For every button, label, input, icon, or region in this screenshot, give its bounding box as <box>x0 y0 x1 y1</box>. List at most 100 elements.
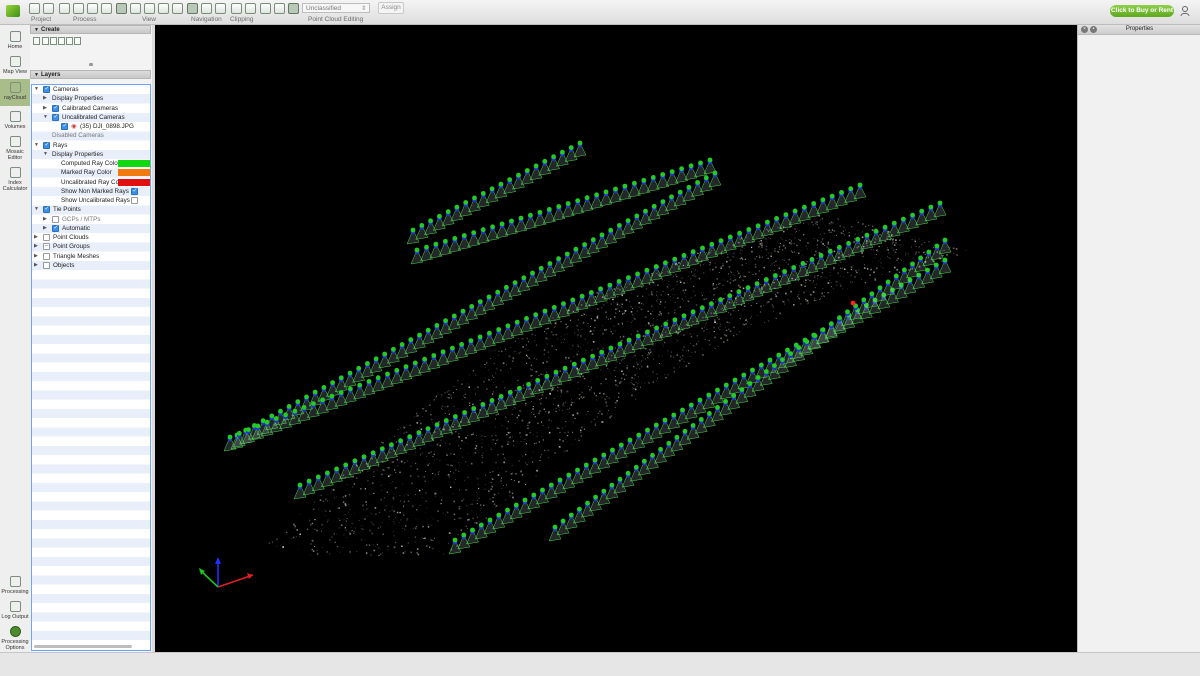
layer-checkbox[interactable] <box>43 243 50 250</box>
layer-row[interactable]: Marked Ray Color <box>32 168 150 177</box>
nav-processing-options[interactable]: Processing Options <box>0 626 30 651</box>
raycloud-3d-viewport[interactable] <box>155 25 1077 652</box>
ray-color-swatch[interactable] <box>118 160 150 167</box>
create-tool-4-icon[interactable] <box>58 37 65 45</box>
expand-closed-icon[interactable]: ▶ <box>43 104 47 113</box>
process-doc-icon[interactable] <box>59 3 70 14</box>
nav-processing[interactable]: Processing <box>0 576 30 595</box>
ray-color-swatch[interactable] <box>118 179 150 186</box>
process-output-icon[interactable] <box>101 3 112 14</box>
create-tool-6-icon[interactable] <box>74 37 81 45</box>
tree-horizontal-scrollbar[interactable] <box>34 645 132 648</box>
layer-checkbox[interactable] <box>52 105 59 112</box>
expand-open-icon[interactable]: ▼ <box>34 85 39 94</box>
process-run-icon[interactable] <box>73 3 84 14</box>
nav-volumes[interactable]: Volumes <box>0 111 30 130</box>
view-pointer-icon[interactable] <box>116 3 127 14</box>
project-open-icon[interactable] <box>29 3 40 14</box>
ray-color-swatch[interactable] <box>118 169 150 176</box>
layer-checkbox[interactable] <box>43 253 50 260</box>
point-cloud-points <box>269 215 967 556</box>
layer-row[interactable]: ▼Tie Points <box>32 205 150 214</box>
expand-closed-icon[interactable]: ▶ <box>43 224 47 233</box>
expand-open-icon[interactable]: ▼ <box>43 150 48 159</box>
layer-row[interactable]: ▶GCPs / MTPs <box>32 215 150 224</box>
project-globe-icon[interactable] <box>43 3 54 14</box>
layer-row[interactable]: Computed Ray Color <box>32 159 150 168</box>
layer-label: Uncalibrated Ray Color <box>61 178 126 187</box>
layer-checkbox[interactable] <box>61 123 68 130</box>
create-section-header[interactable]: ▼ Create <box>30 25 151 34</box>
zoom-icon[interactable] <box>130 3 141 14</box>
nav-log-output[interactable]: Log Output <box>0 601 30 620</box>
layer-checkbox[interactable] <box>52 225 59 232</box>
fit-view-icon[interactable] <box>144 3 155 14</box>
edit-pen-icon[interactable] <box>260 3 271 14</box>
layer-row[interactable]: ▼Uncalibrated Cameras <box>32 113 150 122</box>
ray-visibility-checkbox[interactable] <box>131 188 138 195</box>
layer-row[interactable]: ▶Point Groups <box>32 242 150 251</box>
layer-row[interactable]: ▼Cameras <box>32 85 150 94</box>
layer-checkbox[interactable] <box>43 206 50 213</box>
edit-select-icon[interactable] <box>288 3 299 14</box>
pin-icon[interactable]: • <box>1090 26 1097 33</box>
layer-row[interactable]: ▶Display Properties <box>32 94 150 103</box>
layer-row[interactable]: Show Uncalibrated Rays <box>32 196 150 205</box>
close-icon[interactable]: × <box>1081 26 1088 33</box>
create-tool-5-icon[interactable] <box>66 37 73 45</box>
layer-checkbox[interactable] <box>52 114 59 121</box>
create-tool-3-icon[interactable] <box>50 37 57 45</box>
layer-checkbox[interactable] <box>43 86 50 93</box>
nav-label: Index Calculator <box>0 180 30 192</box>
expand-closed-icon[interactable]: ▶ <box>34 261 38 270</box>
clipping-cube-icon[interactable] <box>245 3 256 14</box>
expand-open-icon[interactable]: ▼ <box>43 113 48 122</box>
expand-open-icon[interactable]: ▼ <box>34 141 39 150</box>
layers-section-header[interactable]: ▼ Layers <box>30 70 151 79</box>
expand-icon[interactable] <box>158 3 169 14</box>
expand-closed-icon[interactable]: ▶ <box>43 215 47 224</box>
layer-row[interactable]: ◉(35) DJI_0898.JPG <box>32 122 150 131</box>
expand-open-icon[interactable]: ▼ <box>34 205 39 214</box>
panel-splitter-handle[interactable] <box>89 63 93 66</box>
layer-row[interactable]: Show Non Marked Rays <box>32 187 150 196</box>
layer-checkbox[interactable] <box>43 262 50 269</box>
nav-raycloud[interactable]: rayCloud <box>0 79 30 106</box>
layer-row[interactable]: ▶Objects <box>32 261 150 270</box>
nav-map-view[interactable]: Map View <box>0 56 30 75</box>
create-tool-1-icon[interactable] <box>33 37 40 45</box>
assign-button[interactable]: Assign <box>378 2 404 14</box>
user-account-icon[interactable] <box>1180 5 1192 17</box>
layer-row[interactable]: ▶Calibrated Cameras <box>32 104 150 113</box>
layer-row[interactable]: ▶Point Clouds <box>32 233 150 242</box>
nav-mosaic-editor[interactable]: Mosaic Editor <box>0 136 30 161</box>
expand-closed-icon[interactable]: ▶ <box>34 242 38 251</box>
layer-checkbox[interactable] <box>52 216 59 223</box>
airplane-icon[interactable] <box>172 3 183 14</box>
expand-closed-icon[interactable]: ▶ <box>34 233 38 242</box>
edit-image-icon[interactable] <box>274 3 285 14</box>
buy-or-rent-button[interactable]: Click to Buy or Rent <box>1110 5 1174 17</box>
classification-select[interactable]: Unclassified ⇕ <box>302 3 370 13</box>
navigation-fly-icon[interactable] <box>215 3 226 14</box>
layers-tree[interactable]: ▼Cameras▶Display Properties▶Calibrated C… <box>31 84 151 651</box>
expand-closed-icon[interactable]: ▶ <box>43 94 47 103</box>
layer-row[interactable]: Uncalibrated Ray Color <box>32 178 150 187</box>
properties-title: Properties <box>1126 26 1153 32</box>
navigation-orbit-icon[interactable] <box>201 3 212 14</box>
navigation-move-icon[interactable] <box>187 3 198 14</box>
nav-home[interactable]: Home <box>0 31 30 50</box>
process-refresh-icon[interactable] <box>87 3 98 14</box>
layer-row[interactable]: Disabled Cameras <box>32 131 150 140</box>
layer-row[interactable]: ▶Automatic <box>32 224 150 233</box>
expand-closed-icon[interactable]: ▶ <box>34 252 38 261</box>
ray-visibility-checkbox[interactable] <box>131 197 138 204</box>
layer-checkbox[interactable] <box>43 142 50 149</box>
nav-index-calculator[interactable]: Index Calculator <box>0 167 30 192</box>
layer-row[interactable]: ▼Display Properties <box>32 150 150 159</box>
layer-row[interactable]: ▶Triangle Meshes <box>32 252 150 261</box>
create-tool-2-icon[interactable] <box>42 37 49 45</box>
clipping-box-icon[interactable] <box>231 3 242 14</box>
layer-checkbox[interactable] <box>43 234 50 241</box>
layer-row[interactable]: ▼Rays <box>32 141 150 150</box>
